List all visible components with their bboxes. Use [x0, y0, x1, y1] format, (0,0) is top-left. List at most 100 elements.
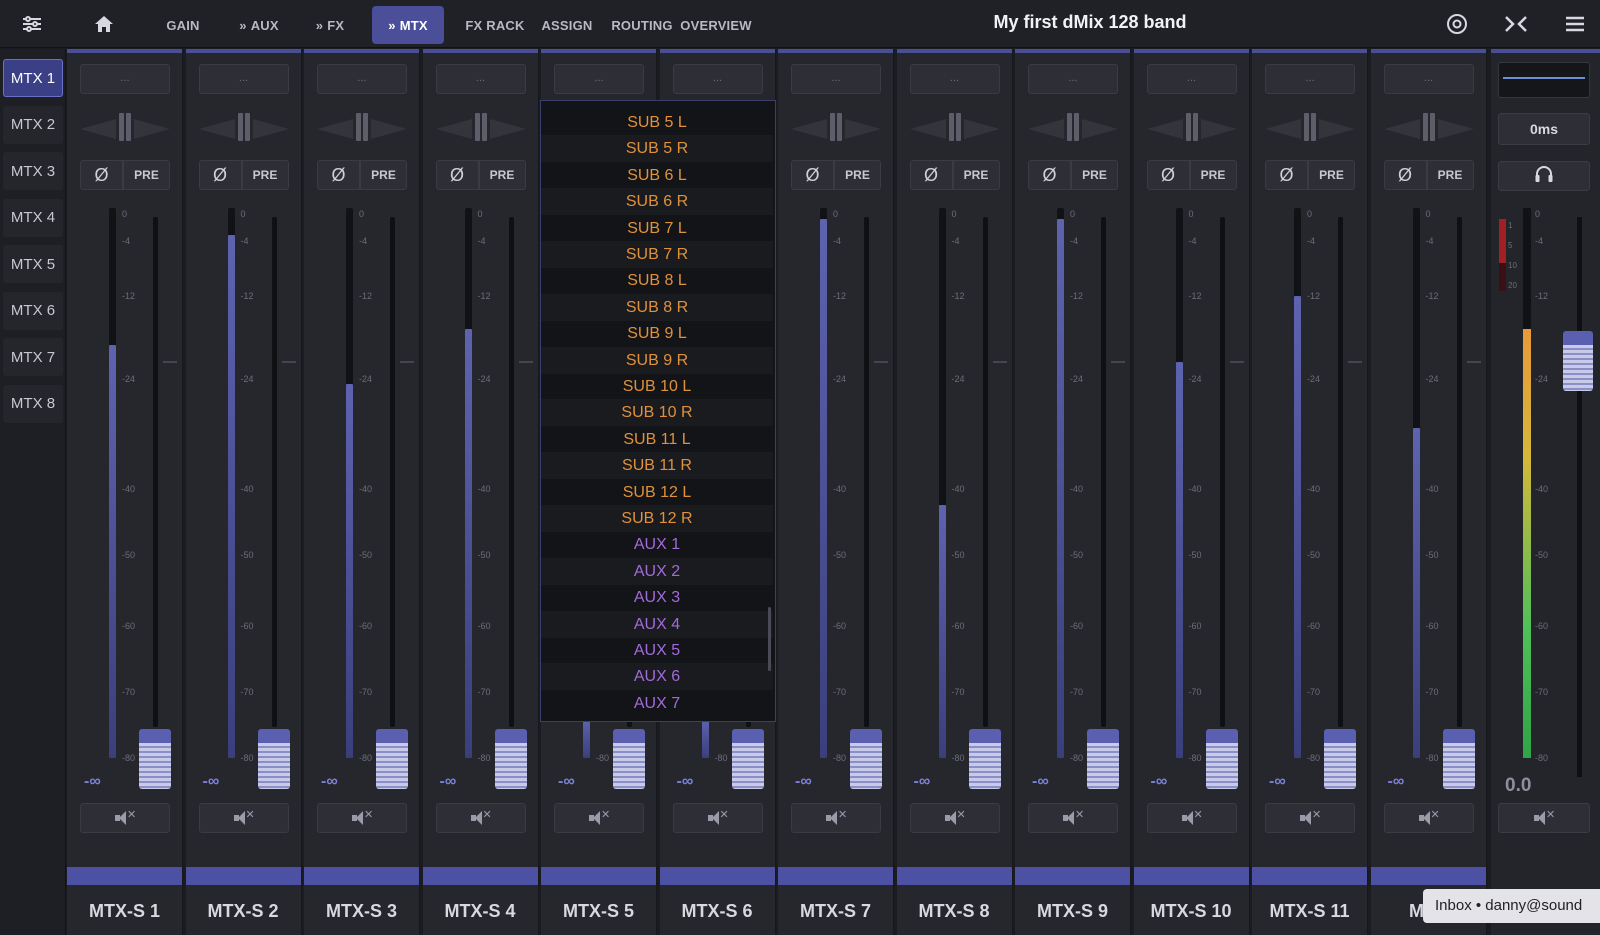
source-select-button[interactable]: ...: [198, 64, 289, 94]
source-select-button[interactable]: ...: [554, 64, 644, 94]
strip-color-bar[interactable]: [1370, 867, 1486, 885]
dropdown-option[interactable]: SUB 10 L: [541, 373, 773, 400]
pan-knob[interactable]: [1184, 113, 1200, 141]
tab-mtx[interactable]: » MTX: [372, 6, 444, 44]
source-select-button[interactable]: ...: [435, 64, 526, 94]
tab-fx-rack[interactable]: FX RACK: [452, 6, 538, 44]
strip-color-bar[interactable]: [67, 867, 182, 885]
fader-handle[interactable]: [494, 729, 527, 789]
dropdown-option[interactable]: SUB 11 R: [541, 452, 773, 480]
strip-color-bar[interactable]: [1252, 867, 1367, 885]
fader-handle[interactable]: [257, 729, 290, 789]
pan-control[interactable]: [317, 113, 407, 141]
dropdown-option[interactable]: AUX 6: [541, 663, 773, 691]
source-select-button[interactable]: ...: [1146, 64, 1237, 94]
tab-assign[interactable]: ASSIGN: [532, 6, 602, 44]
strip-color-bar[interactable]: [896, 867, 1012, 885]
inbox-notification[interactable]: Inbox • danny@sound: [1423, 889, 1600, 923]
phase-invert-button[interactable]: Ø: [317, 160, 360, 190]
settings-circle-icon[interactable]: [1437, 6, 1477, 42]
fader-handle[interactable]: [850, 729, 882, 789]
dropdown-option[interactable]: SUB 10 R: [541, 399, 773, 427]
tab-aux[interactable]: » AUX: [226, 6, 292, 44]
phase-invert-button[interactable]: Ø: [1146, 160, 1190, 190]
phase-invert-button[interactable]: Ø: [80, 160, 123, 190]
mute-button[interactable]: ✕: [791, 803, 881, 833]
sidebar-item-mtx-3[interactable]: MTX 3: [3, 152, 63, 190]
mute-button[interactable]: ✕: [554, 803, 644, 833]
pan-control[interactable]: [1028, 113, 1118, 141]
mute-button[interactable]: ✕: [198, 803, 289, 833]
strip-name[interactable]: MTX-S 4: [423, 901, 538, 922]
phase-invert-button[interactable]: Ø: [435, 160, 479, 190]
strip-name[interactable]: MTX-S 10: [1134, 901, 1249, 922]
dropdown-option[interactable]: AUX 1: [541, 531, 773, 558]
phase-invert-button[interactable]: Ø: [1028, 160, 1071, 190]
dropdown-option[interactable]: SUB 6 L: [541, 162, 773, 189]
mute-button[interactable]: ✕: [1383, 803, 1474, 833]
strip-color-bar[interactable]: [304, 867, 419, 885]
sidebar-item-mtx-1[interactable]: MTX 1: [3, 59, 63, 97]
fader-track[interactable]: [1338, 217, 1343, 727]
pan-knob[interactable]: [947, 113, 963, 141]
strip-color-bar[interactable]: [1133, 867, 1249, 885]
tab-gain[interactable]: GAIN: [152, 6, 214, 44]
fader-track[interactable]: [864, 217, 869, 727]
phase-invert-button[interactable]: Ø: [1383, 160, 1427, 190]
fader-track[interactable]: [390, 217, 395, 727]
sidebar-item-mtx-8[interactable]: MTX 8: [3, 384, 63, 423]
source-select-button[interactable]: ...: [1383, 64, 1474, 94]
pan-control[interactable]: [80, 113, 170, 141]
pre-button[interactable]: PRE: [834, 160, 881, 190]
pan-knob[interactable]: [1302, 113, 1318, 141]
strip-name[interactable]: MTX-S 2: [186, 901, 301, 922]
sidebar-item-mtx-4[interactable]: MTX 4: [3, 198, 63, 237]
pan-knob[interactable]: [117, 113, 133, 141]
strip-name[interactable]: MTX-S 11: [1252, 901, 1367, 922]
strip-color-bar[interactable]: [541, 867, 656, 885]
strip-name[interactable]: MTX-S 5: [541, 901, 656, 922]
pan-knob[interactable]: [1421, 113, 1437, 141]
strip-name[interactable]: MTX-S 3: [304, 901, 419, 922]
strip-color-bar[interactable]: [659, 867, 775, 885]
source-dropdown[interactable]: SUB 5 L SUB 5 R SUB 6 L SUB 6 R SUB 7 L SUB 7…: [540, 100, 776, 722]
fader-handle[interactable]: [1087, 729, 1119, 789]
source-select-button[interactable]: ...: [1028, 64, 1118, 94]
pan-control[interactable]: [198, 113, 289, 141]
phase-invert-button[interactable]: Ø: [198, 160, 242, 190]
pan-knob[interactable]: [473, 113, 489, 141]
dropdown-option[interactable]: SUB 12 L: [541, 479, 773, 506]
dropdown-option[interactable]: SUB 8 L: [541, 267, 773, 294]
strip-name[interactable]: MTX-S 6: [660, 901, 775, 922]
pan-control[interactable]: [1146, 113, 1237, 141]
strip-color-bar[interactable]: [422, 867, 538, 885]
dropdown-option[interactable]: SUB 11 L: [541, 426, 773, 453]
pan-knob[interactable]: [354, 113, 370, 141]
strip-name[interactable]: MTX-S 1: [67, 901, 182, 922]
pan-knob[interactable]: [236, 113, 252, 141]
mute-button[interactable]: ✕: [1265, 803, 1355, 833]
pan-control[interactable]: [1383, 113, 1474, 141]
dropdown-option[interactable]: SUB 9 R: [541, 346, 773, 374]
source-select-button[interactable]: ...: [317, 64, 407, 94]
tab-fx[interactable]: » FX: [302, 6, 358, 44]
dropdown-option[interactable]: SUB 7 R: [541, 241, 773, 268]
pre-button[interactable]: PRE: [123, 160, 170, 190]
mute-button[interactable]: ✕: [80, 803, 170, 833]
dropdown-option[interactable]: SUB 9 L: [541, 320, 773, 347]
hamburger-menu-icon[interactable]: [1556, 6, 1594, 42]
dropdown-option[interactable]: AUX 4: [541, 610, 773, 638]
strip-name[interactable]: MTX-S 8: [897, 901, 1012, 922]
pre-button[interactable]: PRE: [952, 160, 1000, 190]
dropdown-scrollbar[interactable]: [768, 607, 771, 671]
sidebar-item-mtx-2[interactable]: MTX 2: [3, 105, 63, 144]
phase-invert-button[interactable]: Ø: [791, 160, 834, 190]
fader-handle[interactable]: [613, 729, 645, 789]
fader-handle[interactable]: [376, 729, 408, 789]
pre-button[interactable]: PRE: [1189, 160, 1237, 190]
phase-invert-button[interactable]: Ø: [909, 160, 953, 190]
pan-knob[interactable]: [828, 113, 844, 141]
pre-button[interactable]: PRE: [1308, 160, 1355, 190]
dropdown-option[interactable]: AUX 2: [541, 557, 773, 585]
mute-button[interactable]: ✕: [909, 803, 1000, 833]
